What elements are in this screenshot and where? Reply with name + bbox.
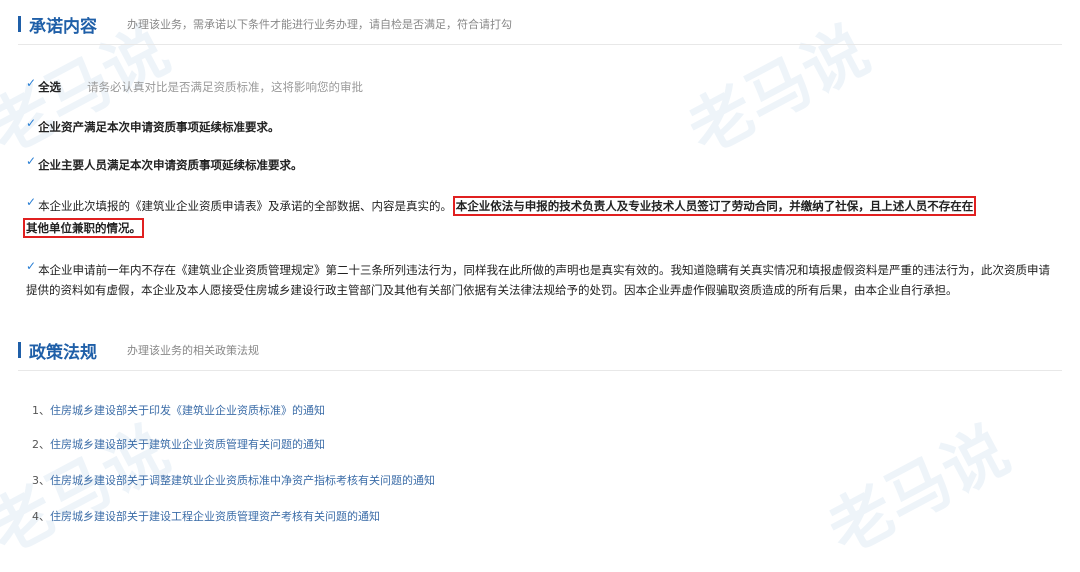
policy-header: 政策法规 办理该业务的相关政策法规 [18, 336, 1062, 371]
policy-link-number: 4、 [32, 510, 50, 523]
commitment-section: 承诺内容 办理该业务，需承诺以下条件才能进行业务办理，请自检是否满足，符合请打勾 [18, 10, 1062, 45]
select-all-hint: 请务必认真对比是否满足资质标准，这将影响您的审批 [87, 80, 364, 94]
check-icon[interactable]: ✓ [26, 259, 36, 273]
commitment-item[interactable]: ✓ 本企业此次填报的《建筑业企业资质申请表》及承诺的全部数据、内容是真实的。 本企… [23, 195, 1056, 239]
policy-desc: 办理该业务的相关政策法规 [127, 344, 259, 357]
policy-link[interactable]: 2、住房城乡建设部关于建筑业企业资质管理有关问题的通知 [32, 436, 325, 452]
policy-link[interactable]: 3、住房城乡建设部关于调整建筑业企业资质标准中净资产指标考核有关问题的通知 [32, 472, 435, 488]
commitment-header: 承诺内容 办理该业务，需承诺以下条件才能进行业务办理，请自检是否满足，符合请打勾 [18, 10, 1062, 45]
policy-link-text[interactable]: 住房城乡建设部关于建设工程企业资质管理资产考核有关问题的通知 [50, 510, 380, 523]
policy-link-number: 3、 [32, 474, 50, 487]
policy-link[interactable]: 1、住房城乡建设部关于印发《建筑业企业资质标准》的通知 [32, 402, 325, 418]
commitment-item-text: 企业资产满足本次申请资质事项延续标准要求。 [38, 120, 280, 134]
commitment-desc: 办理该业务，需承诺以下条件才能进行业务办理，请自检是否满足，符合请打勾 [127, 18, 512, 31]
commitment-item-text: 本企业此次填报的《建筑业企业资质申请表》及承诺的全部数据、内容是真实的。 [38, 199, 453, 213]
commitment-item[interactable]: ✓ 企业资产满足本次申请资质事项延续标准要求。 [26, 116, 1056, 138]
commitment-title: 承诺内容 [29, 16, 97, 37]
commitment-item-text: 企业主要人员满足本次申请资质事项延续标准要求。 [38, 158, 303, 172]
commitment-item-text: 本企业申请前一年内不存在《建筑业企业资质管理规定》第二十三条所列违法行为，同样我… [26, 263, 1051, 297]
check-icon[interactable]: ✓ [26, 116, 36, 130]
check-icon[interactable]: ✓ [26, 154, 36, 168]
policy-section: 政策法规 办理该业务的相关政策法规 [18, 336, 1062, 371]
policy-link-number: 1、 [32, 404, 50, 417]
policy-link-number: 2、 [32, 438, 50, 451]
highlighted-text: 本企业依法与申报的技术负责人及专业技术人员签订了劳动合同，并缴纳了社保，且上述人… [452, 196, 977, 216]
policy-link-text[interactable]: 住房城乡建设部关于印发《建筑业企业资质标准》的通知 [50, 404, 325, 417]
section-bar [18, 342, 21, 358]
watermark-text: 老马说 [816, 413, 1021, 570]
section-bar [18, 16, 21, 32]
highlighted-text: 其他单位兼职的情况。 [23, 218, 144, 238]
policy-link[interactable]: 4、住房城乡建设部关于建设工程企业资质管理资产考核有关问题的通知 [32, 508, 380, 524]
check-icon[interactable]: ✓ [26, 195, 36, 209]
select-all-label: 全选 [38, 80, 62, 94]
check-icon[interactable]: ✓ [26, 76, 36, 90]
commitment-item[interactable]: ✓ 本企业申请前一年内不存在《建筑业企业资质管理规定》第二十三条所列违法行为，同样… [26, 259, 1056, 300]
policy-title: 政策法规 [29, 342, 97, 363]
policy-link-text[interactable]: 住房城乡建设部关于建筑业企业资质管理有关问题的通知 [50, 438, 325, 451]
commitment-item[interactable]: ✓ 企业主要人员满足本次申请资质事项延续标准要求。 [26, 154, 1056, 176]
policy-link-text[interactable]: 住房城乡建设部关于调整建筑业企业资质标准中净资产指标考核有关问题的通知 [50, 474, 435, 487]
select-all-row[interactable]: ✓ 全选 请务必认真对比是否满足资质标准，这将影响您的审批 [26, 76, 1056, 98]
